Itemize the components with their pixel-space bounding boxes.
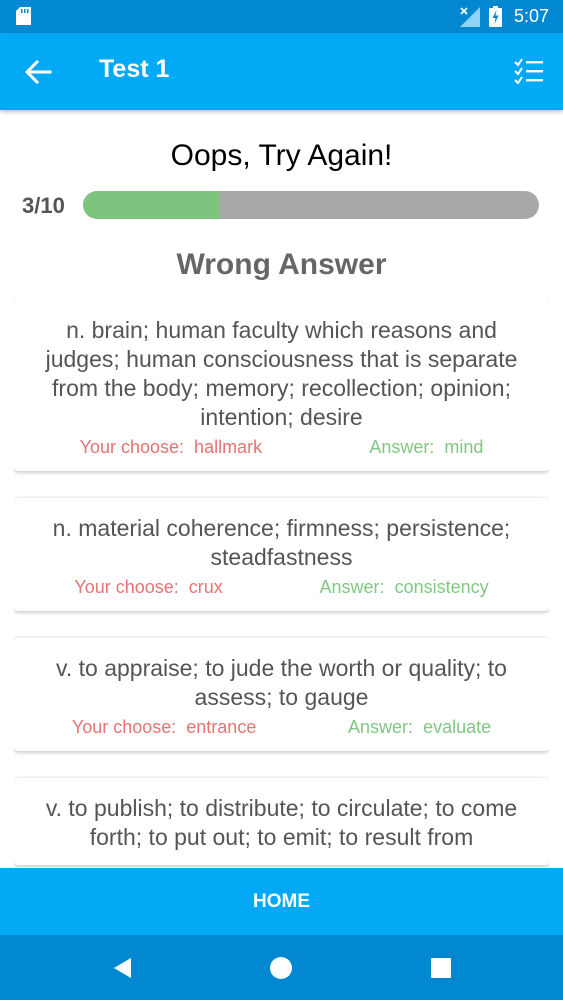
correct-answer: Answer: mind <box>369 437 483 458</box>
section-title: Wrong Answer <box>176 248 387 281</box>
wrong-answer-card: n. brain; human faculty which reasons an… <box>14 300 549 471</box>
wrong-answer-card: v. to appraise; to jude the worth or qua… <box>14 638 549 751</box>
your-choice-label: Your choose: <box>74 577 179 597</box>
back-arrow-icon[interactable] <box>24 58 52 86</box>
page-title: Test 1 <box>99 55 170 83</box>
card-answer-row: Your choose: crux Answer: consistency <box>26 577 537 598</box>
your-choice-label: Your choose: <box>79 437 185 457</box>
card-definition: v. to publish; to distribute; to circula… <box>45 795 518 850</box>
status-time: 5:07 <box>514 6 550 26</box>
correct-answer-label: Answer: <box>369 437 435 457</box>
wrong-answer-card: v. to publish; to distribute; to circula… <box>14 778 549 865</box>
correct-answer: Answer: consistency <box>320 577 489 598</box>
wrong-answer-card: n. material coherence; firmness; persist… <box>14 498 549 611</box>
nav-recents-icon[interactable] <box>429 956 453 980</box>
correct-answer-label: Answer: <box>348 717 414 737</box>
correct-answer-label: Answer: <box>319 577 385 597</box>
card-definition: v. to appraise; to jude the worth or qua… <box>56 655 507 710</box>
your-choice-value: entrance <box>186 717 257 737</box>
card-answer-row: Your choose: entrance Answer: evaluate <box>26 717 537 738</box>
correct-answer: Answer: evaluate <box>348 717 491 738</box>
your-choice-label: Your choose: <box>71 717 177 737</box>
correct-answer-value: consistency <box>394 577 489 597</box>
result-title: Oops, Try Again! <box>170 139 393 172</box>
home-button[interactable]: HOME <box>0 868 563 935</box>
nav-home-icon[interactable] <box>269 956 293 980</box>
your-choice: Your choose: entrance <box>72 717 257 738</box>
correct-answer-value: mind <box>444 437 484 457</box>
battery-charging-icon <box>489 6 502 27</box>
checklist-icon[interactable] <box>514 58 544 86</box>
your-choice: Your choose: hallmark <box>80 437 262 458</box>
status-bar: 5:07 <box>0 0 563 33</box>
progress-track <box>83 191 539 219</box>
card-definition: n. material coherence; firmness; persist… <box>52 515 511 570</box>
progress-fill <box>83 191 220 219</box>
score-count: 3/10 <box>22 193 65 218</box>
nav-back-icon[interactable] <box>111 956 135 980</box>
score-progress: 3/10 <box>0 190 563 220</box>
no-signal-icon <box>460 7 480 27</box>
card-answer-row: Your choose: hallmark Answer: mind <box>26 437 537 458</box>
your-choice: Your choose: crux <box>74 577 222 598</box>
your-choice-value: hallmark <box>194 437 263 457</box>
wrong-answer-list[interactable]: n. brain; human faculty which reasons an… <box>14 300 549 868</box>
sd-card-icon <box>16 7 31 25</box>
correct-answer-value: evaluate <box>423 717 492 737</box>
system-nav-bar <box>0 935 563 1000</box>
card-definition: n. brain; human faculty which reasons an… <box>45 317 518 430</box>
app-bar: Test 1 <box>0 33 563 110</box>
your-choice-value: crux <box>188 577 223 597</box>
